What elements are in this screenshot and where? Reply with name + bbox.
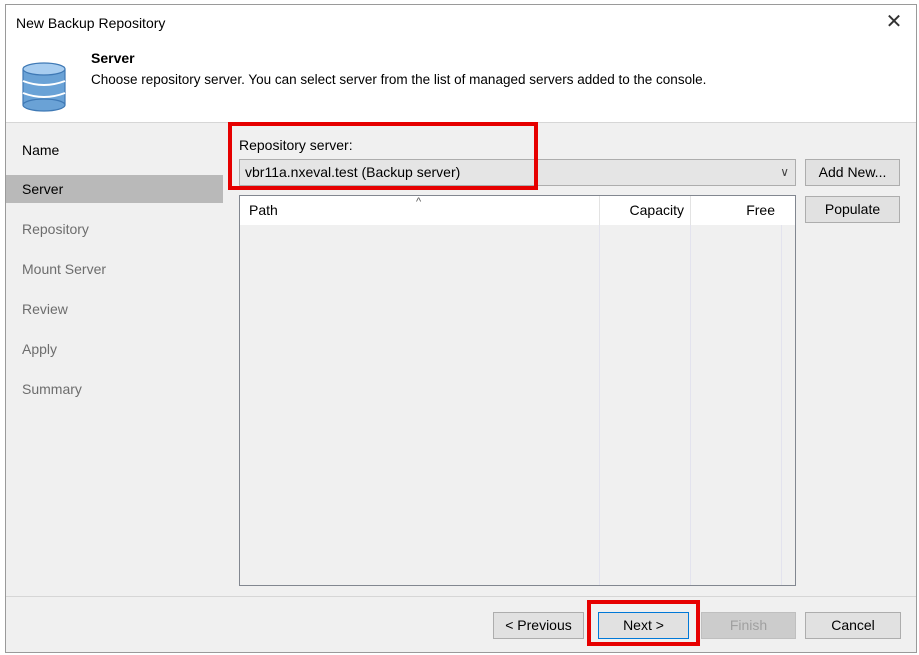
nav-step-server[interactable]: Server — [6, 175, 223, 203]
close-icon[interactable]: ✕ — [882, 11, 906, 35]
step-title: Server — [91, 50, 135, 66]
wizard-header: Server Choose repository server. You can… — [6, 41, 916, 123]
nav-step-review[interactable]: Review — [6, 295, 223, 323]
previous-button[interactable]: < Previous — [493, 612, 584, 639]
database-icon — [22, 62, 66, 112]
wizard-step-nav: Name Server Repository Mount Server Revi… — [6, 123, 223, 596]
server-volumes-list[interactable]: Path ^ Capacity Free — [239, 195, 796, 586]
repository-server-selected: vbr11a.nxeval.test (Backup server) — [245, 164, 461, 180]
wizard-body: Name Server Repository Mount Server Revi… — [6, 123, 916, 596]
chevron-down-icon: ∨ — [780, 165, 789, 179]
populate-button[interactable]: Populate — [805, 196, 900, 223]
add-new-server-button[interactable]: Add New... — [805, 159, 900, 186]
sort-ascending-icon: ^ — [416, 196, 422, 208]
nav-step-summary[interactable]: Summary — [6, 375, 223, 403]
new-backup-repository-dialog: New Backup Repository ✕ Server Choose re… — [5, 4, 917, 653]
column-header-capacity[interactable]: Capacity — [599, 196, 690, 225]
cancel-button[interactable]: Cancel — [805, 612, 901, 639]
column-divider — [781, 225, 782, 585]
wizard-footer: < Previous Next > Finish Cancel — [6, 596, 916, 652]
column-divider — [599, 225, 600, 585]
column-header-path[interactable]: Path ^ — [240, 196, 599, 225]
repository-server-label: Repository server: — [239, 137, 353, 153]
server-step-content: Repository server: vbr11a.nxeval.test (B… — [223, 123, 916, 596]
list-header: Path ^ Capacity Free — [240, 196, 795, 225]
finish-button[interactable]: Finish — [701, 612, 796, 639]
step-description: Choose repository server. You can select… — [91, 72, 707, 87]
nav-step-repository[interactable]: Repository — [6, 215, 223, 243]
nav-step-mount-server[interactable]: Mount Server — [6, 255, 223, 283]
nav-step-apply[interactable]: Apply — [6, 335, 223, 363]
title-bar: New Backup Repository ✕ — [6, 5, 916, 41]
column-header-free[interactable]: Free — [690, 196, 781, 225]
window-title: New Backup Repository — [16, 15, 166, 31]
next-button[interactable]: Next > — [598, 612, 689, 639]
nav-step-name[interactable]: Name — [6, 136, 223, 164]
column-divider — [690, 225, 691, 585]
repository-server-dropdown[interactable]: vbr11a.nxeval.test (Backup server) ∨ — [239, 159, 796, 186]
